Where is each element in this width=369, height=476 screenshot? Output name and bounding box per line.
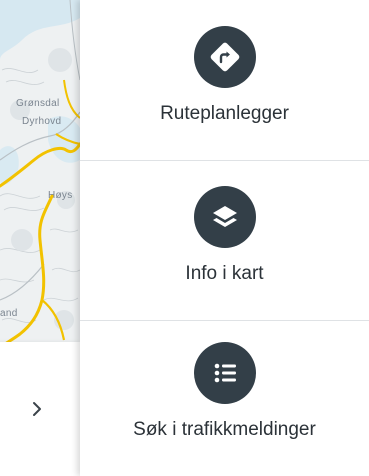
layers-icon <box>193 186 256 248</box>
menu-item-info-in-map[interactable]: Info i kart <box>80 186 369 316</box>
menu-item-route-planner[interactable]: Ruteplanlegger <box>80 26 369 156</box>
collapse-panel-button[interactable] <box>0 342 81 476</box>
menu-item-label: Ruteplanlegger <box>160 103 289 124</box>
menu-divider <box>80 160 369 161</box>
route-planner-icon <box>193 26 256 88</box>
map-place-label: Høys <box>48 190 73 201</box>
menu-item-traffic-search[interactable]: Søk i trafikkmeldinger <box>80 342 369 472</box>
menu-divider <box>80 320 369 321</box>
menu-item-label: Søk i trafikkmeldinger <box>133 419 316 440</box>
map-place-label: Dyrhovd <box>22 116 62 127</box>
map-place-label: and <box>0 308 18 319</box>
menu-item-label: Info i kart <box>185 263 264 284</box>
chevron-right-icon <box>33 402 41 416</box>
list-icon <box>193 342 256 404</box>
side-menu-panel: Ruteplanlegger Info i kart Søk i trafikk… <box>80 0 369 476</box>
map-place-label: Grønsdal <box>16 98 60 109</box>
